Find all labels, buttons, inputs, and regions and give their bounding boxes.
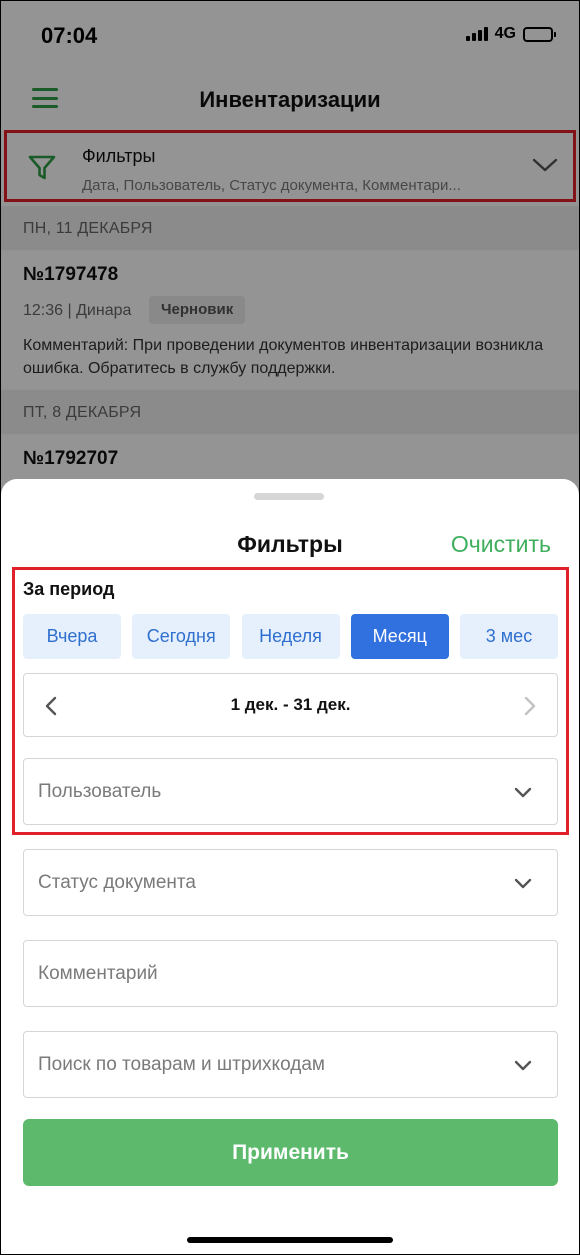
home-indicator — [187, 1237, 393, 1243]
product-search-select[interactable]: Поиск по товарам и штрихкодам — [23, 1031, 558, 1098]
comment-input[interactable]: Комментарий — [23, 940, 558, 1007]
sheet-grabber[interactable] — [254, 493, 324, 500]
period-chip-yesterday[interactable]: Вчера — [23, 614, 121, 659]
filters-sheet: Фильтры Очистить За период Вчера Сегодня… — [1, 479, 579, 1254]
comment-input-placeholder: Комментарий — [38, 963, 158, 984]
user-select[interactable]: Пользователь — [23, 758, 558, 825]
period-chips: Вчера Сегодня Неделя Месяц 3 мес — [23, 614, 558, 659]
user-select-placeholder: Пользователь — [38, 781, 162, 802]
period-chip-3-months[interactable]: 3 мес — [460, 614, 558, 659]
period-chip-month[interactable]: Месяц — [350, 614, 449, 659]
period-chip-today[interactable]: Сегодня — [132, 614, 231, 659]
product-search-placeholder: Поиск по товарам и штрихкодам — [38, 1054, 325, 1075]
chevron-right-icon[interactable] — [519, 694, 541, 718]
apply-button[interactable]: Применить — [23, 1119, 558, 1186]
screen: 07:04 4G Инвентаризации Фильтры Дата, По… — [1, 1, 579, 1254]
chevron-down-icon — [514, 787, 532, 798]
period-chip-week[interactable]: Неделя — [241, 614, 340, 659]
date-range-picker: 1 дек. - 31 дек. — [23, 673, 558, 737]
chevron-down-icon — [514, 1060, 532, 1071]
status-select-placeholder: Статус документа — [38, 872, 196, 893]
clear-button[interactable]: Очистить — [451, 531, 551, 558]
period-label: За период — [23, 579, 115, 599]
status-select[interactable]: Статус документа — [23, 849, 558, 916]
chevron-down-icon — [514, 878, 532, 889]
date-range-value: 1 дек. - 31 дек. — [230, 695, 351, 714]
